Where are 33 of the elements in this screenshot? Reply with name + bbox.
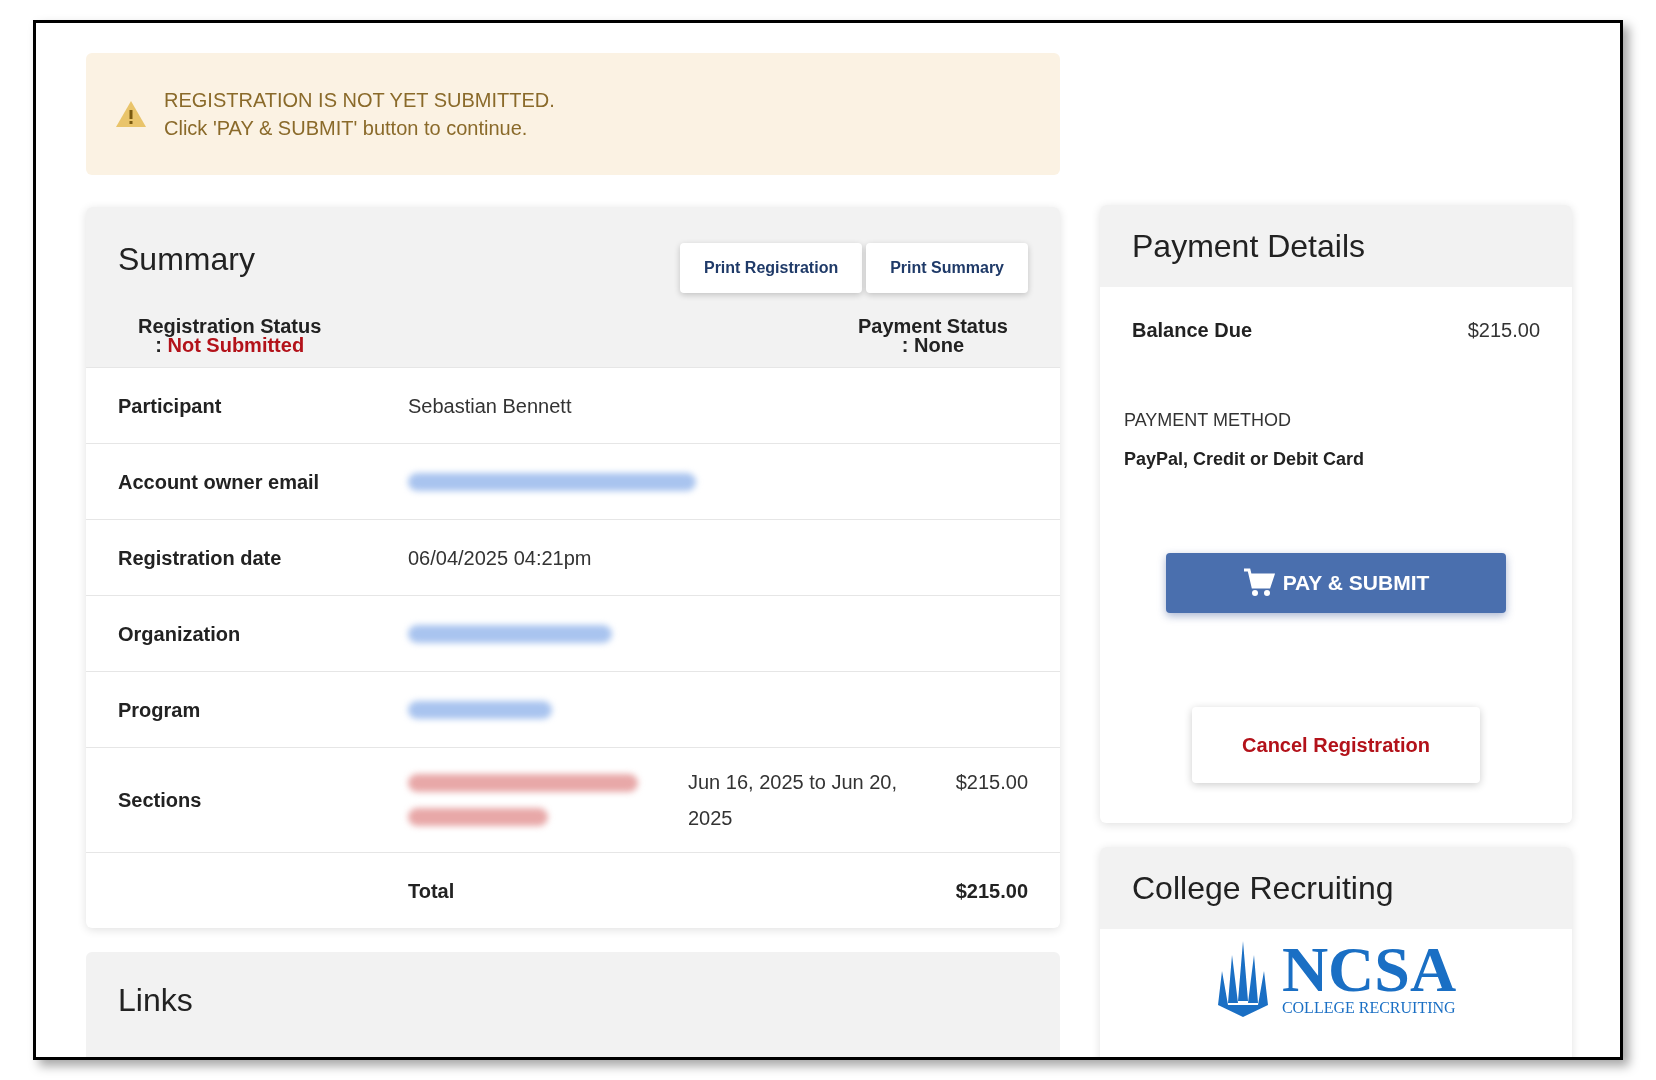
section-price: $215.00 [955,770,1028,795]
alert-message: Click 'PAY & SUBMIT' button to continue. [164,116,529,141]
status-label: Registration Status [138,317,322,336]
card-title: Links [118,981,194,1020]
cancel-registration-button[interactable]: Cancel Registration [1192,707,1480,783]
cart-icon [1242,568,1275,598]
total-label: Total [408,878,455,904]
card-title: College Recruiting [1132,869,1394,908]
row-value: Sebastian Bennett [408,393,572,419]
print-button[interactable]: Print Registration [679,243,863,293]
print-button[interactable]: Print Summary [866,243,1028,293]
payment-method-label: PAYMENT METHOD [1123,409,1292,432]
row-label: Organization [118,621,242,647]
logo-name: NCSA [1281,941,1457,999]
balance-value: $215.00 [1467,318,1540,343]
card-title: Summary [118,240,255,279]
row-label: Sections [118,788,203,813]
card-title: Payment Details [1132,227,1365,266]
total-value: $215.00 [955,878,1028,904]
balance-label: Balance Due [1132,318,1253,343]
section-dates: Jun 16, 2025 to Jun 20, 2025 [688,770,899,831]
registration-status: : Not Submitted [155,336,305,355]
row-value: 06/04/2025 04:21pm [408,545,592,571]
row-label: Program [118,697,202,723]
row-label: Participant [118,393,223,419]
row-label: Account owner email [118,469,321,495]
pay-submit-button[interactable]: PAY & SUBMIT [1166,553,1506,613]
warning-icon [114,99,148,129]
logo-tagline: COLLEGE RECRUITING [1281,999,1457,1017]
payment-status: : None [901,336,965,355]
payment-method: PayPal, Credit or Debit Card [1123,448,1366,471]
row-label: Registration date [118,545,283,571]
alert-title: REGISTRATION IS NOT YET SUBMITTED. [164,88,555,113]
